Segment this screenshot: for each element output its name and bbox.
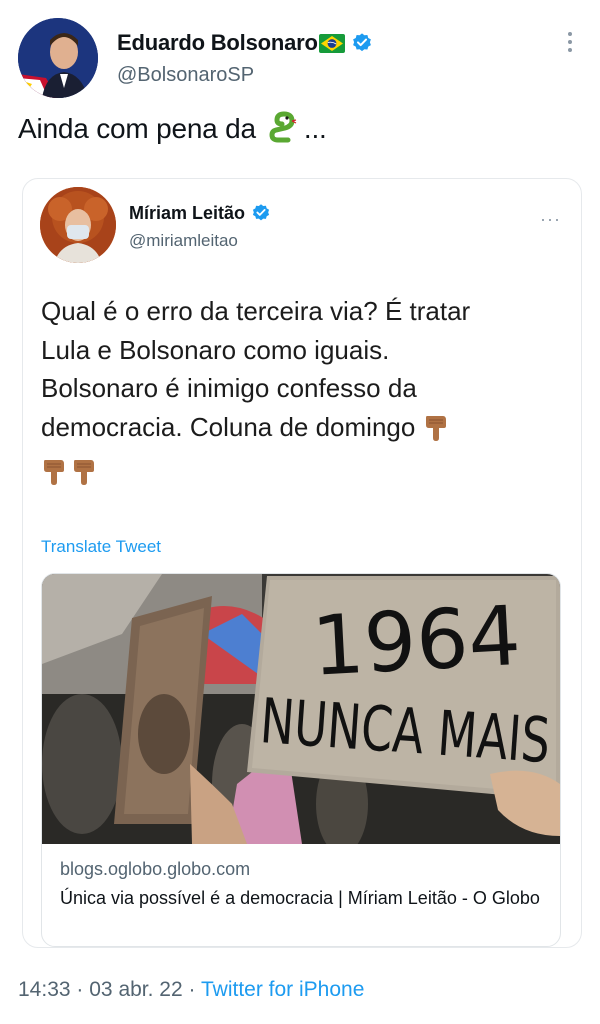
author-name[interactable]: Eduardo Bolsonaro [117, 30, 373, 60]
avatar-photo [18, 18, 98, 98]
quoted-text-line: Bolsonaro é inimigo confesso da [41, 373, 417, 403]
author-name-text: Eduardo Bolsonaro [117, 30, 318, 55]
quoted-avatar[interactable] [40, 187, 116, 263]
pointing-down-hand-icon [41, 458, 67, 497]
tweet-date[interactable]: 03 abr. 22 [89, 978, 182, 1001]
card-domain: blogs.oglobo.globo.com [60, 859, 251, 879]
brazil-flag-icon [318, 33, 345, 59]
quoted-author-name[interactable]: Míriam Leitão [129, 203, 271, 228]
quoted-text-line: democracia. Coluna de domingo [41, 411, 416, 442]
more-options-icon[interactable] [566, 30, 574, 54]
quoted-tweet-text: Qual é o erro da terceira via? É tratar … [41, 292, 561, 497]
avatar[interactable] [18, 18, 98, 98]
verified-badge-icon [351, 32, 373, 60]
tweet-time[interactable]: 14:33 [18, 978, 71, 1001]
quoted-author-handle[interactable]: @miriamleitao [129, 231, 238, 251]
translate-tweet-link[interactable]: Translate Tweet [41, 537, 161, 557]
verified-badge-icon [251, 203, 271, 228]
tweet-text-end: ... [303, 113, 327, 144]
tweet-header: Eduardo Bolsonaro @BolsonaroSP [18, 14, 582, 98]
tweet-source-link[interactable]: Twitter for iPhone [201, 978, 364, 1001]
meta-separator: · [76, 978, 84, 1001]
quoted-text-line: Qual é o erro da terceira via? É tratar [41, 296, 471, 326]
quoted-more-options-icon[interactable]: ··· [540, 209, 561, 230]
quoted-text-line-emoji [41, 452, 561, 497]
link-card[interactable]: 1964 NUNCA MAIS blogs.oglobo.globo.com Ú… [41, 573, 561, 947]
card-title: Única via possível é a democracia | Míri… [60, 888, 540, 908]
pointing-down-hand-icon [71, 458, 97, 497]
quoted-text-line-last: democracia. Coluna de domingo [41, 408, 561, 453]
quoted-avatar-photo [40, 187, 116, 263]
meta-separator: · [188, 978, 196, 1001]
tweet-meta: 14:33 · 03 abr. 22 · Twitter for iPhone [18, 978, 364, 1002]
tweet-detail: Eduardo Bolsonaro @BolsonaroSP Ainda com… [0, 0, 600, 1024]
tweet-text-start: Ainda com pena da [18, 113, 256, 144]
sign-year-text: 1964 [310, 589, 523, 695]
quoted-tweet[interactable]: Míriam Leitão @miriamleitao ··· Qual é o… [22, 178, 582, 948]
quoted-text-line: Lula e Bolsonaro como iguais. [41, 334, 390, 365]
pointing-down-hand-icon [423, 414, 449, 453]
quoted-author-name-text: Míriam Leitão [129, 203, 246, 223]
tweet-text: Ainda com pena da... [18, 110, 327, 153]
snake-icon [262, 110, 298, 153]
author-handle[interactable]: @BolsonaroSP [117, 64, 254, 87]
card-image[interactable]: 1964 NUNCA MAIS [42, 574, 560, 844]
